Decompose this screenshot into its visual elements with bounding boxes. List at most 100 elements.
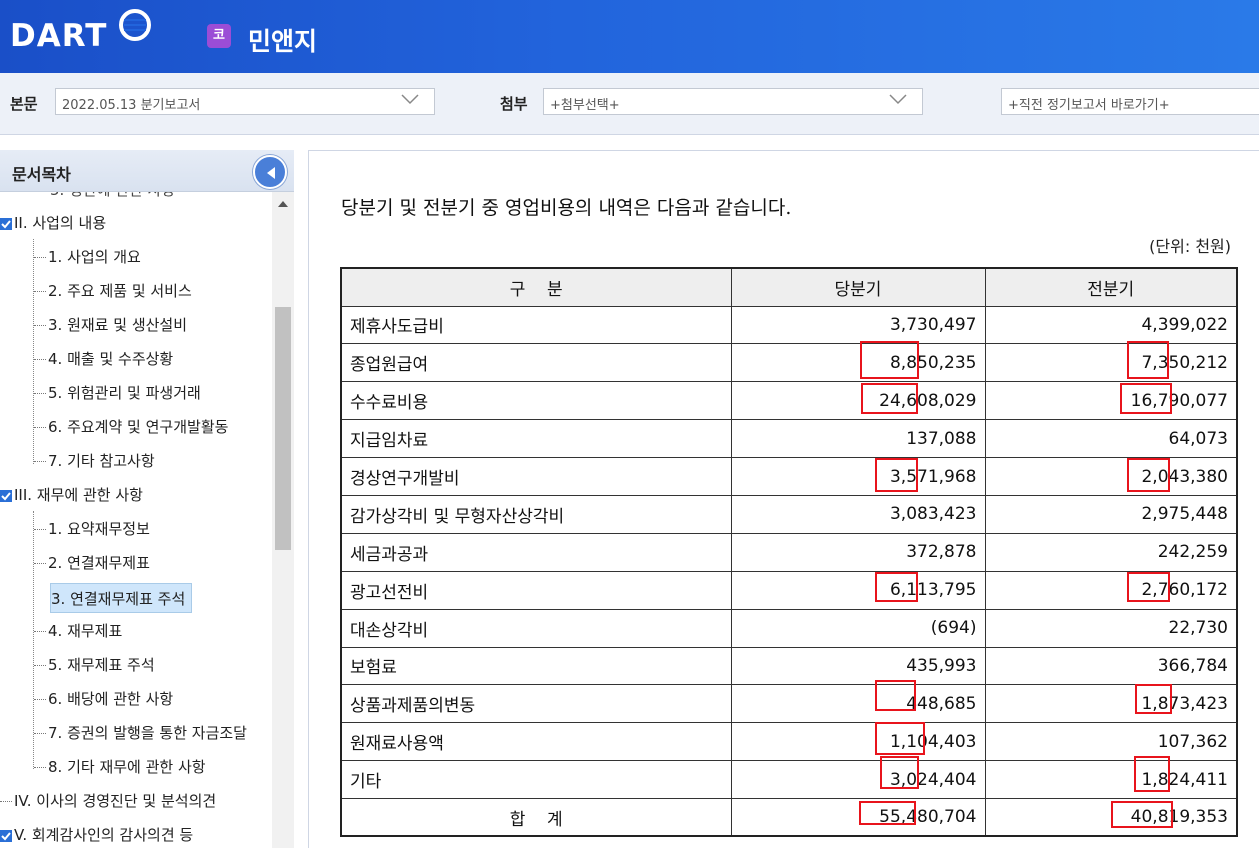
table-row: 세금과공과 372,878 242,259 (340, 532, 1238, 572)
expand-check-icon (0, 489, 12, 502)
column-header: 구 분 (340, 267, 732, 307)
row-label: 경상연구개발비 (340, 457, 732, 496)
current-quarter-value: 1,104,403 (730, 722, 986, 762)
row-label: 상품과제품의변동 (340, 684, 732, 724)
row-label: 보험료 (340, 646, 732, 686)
table-row: 제휴사도급비 3,730,497 4,399,022 (340, 305, 1238, 345)
row-label: 원재료사용액 (340, 722, 732, 762)
previous-report-value: +직전 정기보고서 바로가기+ (1008, 98, 1170, 113)
toc-item-partial[interactable]: 5. 정관에 관한 사항 (50, 192, 175, 205)
table-body: 제휴사도급비 3,730,497 4,399,022 종업원급여 8,850,235 7,… (340, 305, 1238, 837)
toc-item[interactable]: 8. 기타 재무에 관한 사항 (34, 756, 206, 782)
toc-item-section-5[interactable]: V. 회계감사인의 감사의견 등 (0, 824, 193, 848)
current-quarter-value: 137,088 (730, 419, 986, 459)
prior-quarter-value: 22,730 (984, 608, 1238, 648)
prior-quarter-value: 16,790,077 (984, 381, 1238, 421)
prior-quarter-value: 1,873,423 (984, 684, 1238, 724)
toc-item[interactable]: 5. 위험관리 및 파생거래 (34, 382, 201, 408)
current-quarter-value: 8,850,235 (730, 343, 986, 383)
toc-item-section-4[interactable]: IV. 이사의 경영진단 및 분석의견 (0, 790, 216, 816)
current-quarter-value: 372,878 (730, 532, 986, 572)
table-row: 보험료 435,993 366,784 (340, 646, 1238, 686)
dart-viewer: DART 코 민앤지 본문 2022.05.13 분기보고서 첨부 +첨부선택+… (0, 0, 1259, 848)
row-label: 감가상각비 및 무형자산상각비 (340, 494, 732, 534)
operating-expense-table: 구 분 당분기 전분기 제휴사도급비 3,730,497 4,399,022 종업원급… (340, 267, 1238, 838)
table-row: 기타 3,024,404 1,824,411 (340, 760, 1238, 800)
scrollbar-thumb[interactable] (275, 307, 291, 550)
collapse-sidebar-button[interactable] (253, 155, 287, 189)
toc-item[interactable]: 7. 기타 참고사항 (34, 450, 155, 476)
total-label: 합 계 (340, 798, 732, 837)
body-label: 본문 (10, 95, 38, 113)
row-label: 세금과공과 (340, 532, 732, 572)
body-report-select[interactable]: 2022.05.13 분기보고서 (55, 88, 435, 115)
prior-quarter-value: 107,362 (984, 722, 1238, 762)
total-row: 합 계 55,480,704 40,819,353 (340, 798, 1238, 837)
row-label: 대손상각비 (340, 608, 732, 648)
scroll-up-icon[interactable] (278, 200, 288, 207)
arrow-left-icon (267, 167, 275, 179)
table-row: 감가상각비 및 무형자산상각비 3,083,423 2,975,448 (340, 494, 1238, 534)
toc-header: 문서목차 (0, 150, 294, 192)
toc-item-section-3[interactable]: III. 재무에 관한 사항 (0, 484, 143, 510)
prior-quarter-value: 4,399,022 (984, 305, 1238, 345)
document-select-bar: 본문 2022.05.13 분기보고서 첨부 +첨부선택+ +직전 정기보고서 … (0, 73, 1259, 135)
toc-item-section-2[interactable]: II. 사업의 내용 (0, 212, 106, 238)
toc-item[interactable]: 1. 요약재무정보 (34, 518, 150, 544)
document-content: 당분기 및 전분기 중 영업비용의 내역은 다음과 같습니다. (단위: 천원)… (308, 150, 1259, 848)
attach-label: 첨부 (500, 95, 528, 113)
toc-item[interactable]: 5. 재무제표 주석 (34, 654, 155, 680)
toc-item[interactable]: 2. 연결재무제표 (34, 552, 150, 578)
table-header-row: 구 분 당분기 전분기 (340, 267, 1238, 307)
table-row: 종업원급여 8,850,235 7,350,212 (340, 343, 1238, 383)
current-quarter-value: (694) (730, 608, 986, 648)
toc-item[interactable]: 2. 주요 제품 및 서비스 (34, 280, 192, 306)
previous-report-select[interactable]: +직전 정기보고서 바로가기+ (1001, 88, 1259, 115)
attachment-select[interactable]: +첨부선택+ (543, 88, 923, 115)
toc-item[interactable]: 6. 배당에 관한 사항 (34, 688, 173, 714)
toc-item[interactable]: 4. 매출 및 수주상황 (34, 348, 173, 374)
row-label: 제휴사도급비 (340, 305, 732, 345)
table-row: 원재료사용액 1,104,403 107,362 (340, 722, 1238, 762)
prior-quarter-value: 1,824,411 (984, 760, 1238, 800)
toc-scrollbar[interactable] (272, 192, 294, 848)
toc-item[interactable]: 1. 사업의 개요 (34, 246, 141, 272)
current-quarter-value: 6,113,795 (730, 570, 986, 610)
top-header: DART 코 민앤지 (0, 0, 1259, 73)
column-header: 전분기 (984, 267, 1238, 307)
toc-item[interactable]: 3. 원재료 및 생산설비 (34, 314, 187, 340)
chevron-down-icon (889, 94, 907, 105)
table-row: 경상연구개발비 3,571,968 2,043,380 (340, 457, 1238, 496)
row-label: 지급임차료 (340, 419, 732, 459)
unit-text: (단위: 천원) (1149, 237, 1231, 256)
table-row: 지급임차료 137,088 64,073 (340, 419, 1238, 459)
table-row: 상품과제품의변동 448,685 1,873,423 (340, 684, 1238, 724)
total-current-value: 55,480,704 (730, 798, 986, 837)
current-quarter-value: 24,608,029 (730, 381, 986, 421)
body-report-value: 2022.05.13 분기보고서 (62, 98, 201, 113)
dart-logo-mark-icon (119, 9, 151, 41)
dart-logo[interactable]: DART (10, 18, 107, 54)
expand-check-icon (0, 829, 12, 842)
row-label: 종업원급여 (340, 343, 732, 383)
table-row: 수수료비용 24,608,029 16,790,077 (340, 381, 1238, 421)
prior-quarter-value: 242,259 (984, 532, 1238, 572)
attachment-value: +첨부선택+ (550, 98, 620, 113)
toc-item-selected[interactable]: 3. 연결재무제표 주석 (50, 583, 193, 613)
toc-tree: 5. 정관에 관한 사항 II. 사업의 내용 1. 사업의 개요 2. 주요 … (0, 192, 272, 848)
toc-item[interactable]: 4. 재무제표 (34, 620, 122, 646)
prior-quarter-value: 2,760,172 (984, 570, 1238, 610)
toc-title: 문서목차 (12, 165, 71, 184)
toc-item[interactable]: 7. 증권의 발행을 통한 자금조달 (34, 722, 247, 748)
current-quarter-value: 3,024,404 (730, 760, 986, 800)
prior-quarter-value: 64,073 (984, 419, 1238, 459)
corp-type-badge: 코 (207, 24, 231, 48)
current-quarter-value: 3,083,423 (730, 494, 986, 534)
expand-check-icon (0, 217, 12, 230)
current-quarter-value: 448,685 (730, 684, 986, 724)
total-prior-value: 40,819,353 (984, 798, 1238, 837)
row-label: 수수료비용 (340, 381, 732, 421)
table-row: 대손상각비 (694) 22,730 (340, 608, 1238, 648)
toc-item[interactable]: 6. 주요계약 및 연구개발활동 (34, 416, 228, 442)
corp-name: 민앤지 (248, 27, 318, 56)
